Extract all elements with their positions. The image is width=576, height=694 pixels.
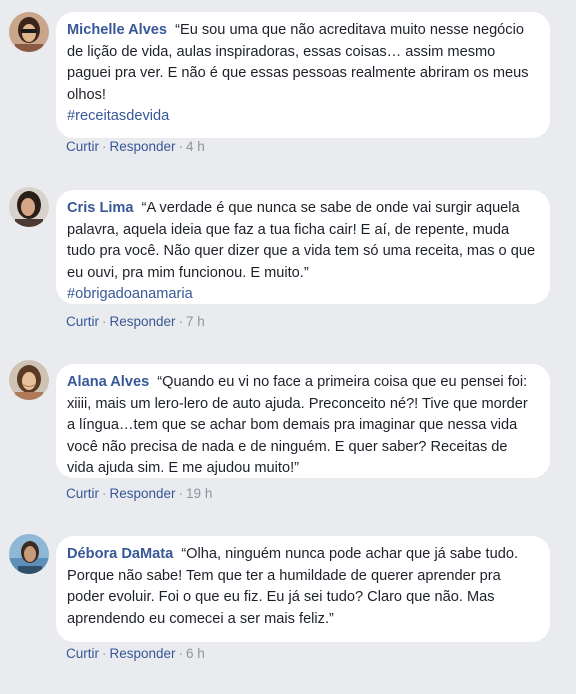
- comment-actions: Curtir · Responder · 6 h: [66, 646, 205, 661]
- like-link[interactable]: Curtir: [66, 314, 99, 329]
- comment-time[interactable]: 4 h: [186, 139, 205, 154]
- hashtag[interactable]: #receitasdevida: [67, 106, 538, 128]
- comment-time[interactable]: 19 h: [186, 486, 212, 501]
- comment-bubble: Débora DaMata “Olha, ninguém nunca pode …: [56, 536, 550, 642]
- comment-actions: Curtir · Responder · 4 h: [66, 139, 205, 154]
- like-link[interactable]: Curtir: [66, 139, 99, 154]
- reply-link[interactable]: Responder: [110, 486, 176, 501]
- comment-time[interactable]: 6 h: [186, 646, 205, 661]
- comment-text: “A verdade é que nunca se sabe de onde v…: [67, 200, 536, 281]
- avatar[interactable]: [9, 12, 49, 52]
- like-link[interactable]: Curtir: [66, 486, 99, 501]
- author-name[interactable]: Cris Lima: [67, 200, 134, 216]
- comment-bubble: Michelle Alves “Eu sou uma que não acred…: [56, 12, 550, 138]
- like-link[interactable]: Curtir: [66, 646, 99, 661]
- avatar[interactable]: [9, 187, 49, 227]
- comment-actions: Curtir · Responder · 7 h: [66, 314, 205, 329]
- avatar[interactable]: [9, 534, 49, 574]
- reply-link[interactable]: Responder: [110, 314, 176, 329]
- reply-link[interactable]: Responder: [110, 646, 176, 661]
- reply-link[interactable]: Responder: [110, 139, 176, 154]
- comment-bubble: Cris Lima “A verdade é que nunca se sabe…: [56, 190, 550, 304]
- hashtag[interactable]: #obrigadoanamaria: [67, 284, 538, 306]
- avatar[interactable]: [9, 360, 49, 400]
- comment-actions: Curtir · Responder · 19 h: [66, 486, 213, 501]
- author-name[interactable]: Débora DaMata: [67, 546, 173, 562]
- author-name[interactable]: Alana Alves: [67, 374, 149, 390]
- comment-bubble: Alana Alves “Quando eu vi no face a prim…: [56, 364, 550, 478]
- comment-time[interactable]: 7 h: [186, 314, 205, 329]
- author-name[interactable]: Michelle Alves: [67, 22, 167, 38]
